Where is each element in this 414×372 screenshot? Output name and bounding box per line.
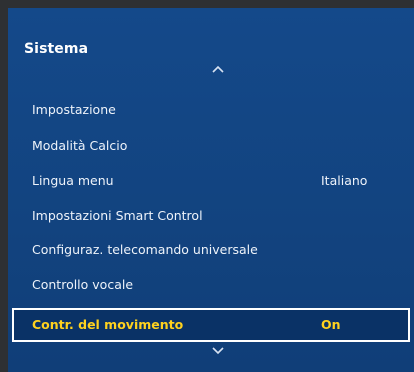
menu-item-label: Lingua menu — [32, 173, 114, 188]
menu-item-label: Impostazione — [32, 102, 116, 117]
menu-item-label: Controllo vocale — [32, 277, 134, 292]
menu-item-telecomando-universale[interactable]: Configuraz. telecomando universale — [24, 240, 406, 260]
tv-screen: Sistema Impostazione Modalità Calcio Lin… — [0, 0, 414, 372]
menu-item-modalita-calcio[interactable]: Modalità Calcio — [24, 136, 406, 156]
menu-item-controllo-movimento[interactable]: Contr. del movimento On — [12, 308, 410, 342]
menu-item-value: Italiano — [321, 173, 368, 188]
menu-item-controllo-vocale[interactable]: Controllo vocale — [24, 275, 406, 295]
menu-item-label: Impostazioni Smart Control — [32, 208, 203, 223]
menu-item-label: Configuraz. telecomando universale — [32, 242, 258, 257]
menu-title: Sistema — [24, 41, 89, 57]
menu-item-impostazione[interactable]: Impostazione — [24, 100, 406, 120]
menu-item-label: Contr. del movimento — [32, 317, 184, 332]
chevron-up-icon[interactable] — [211, 64, 225, 74]
menu-item-value: On — [321, 317, 341, 332]
chevron-down-icon[interactable] — [211, 346, 225, 356]
menu-item-smart-control[interactable]: Impostazioni Smart Control — [24, 206, 406, 226]
menu-item-label: Modalità Calcio — [32, 138, 128, 153]
menu-item-lingua-menu[interactable]: Lingua menu Italiano — [24, 171, 406, 191]
